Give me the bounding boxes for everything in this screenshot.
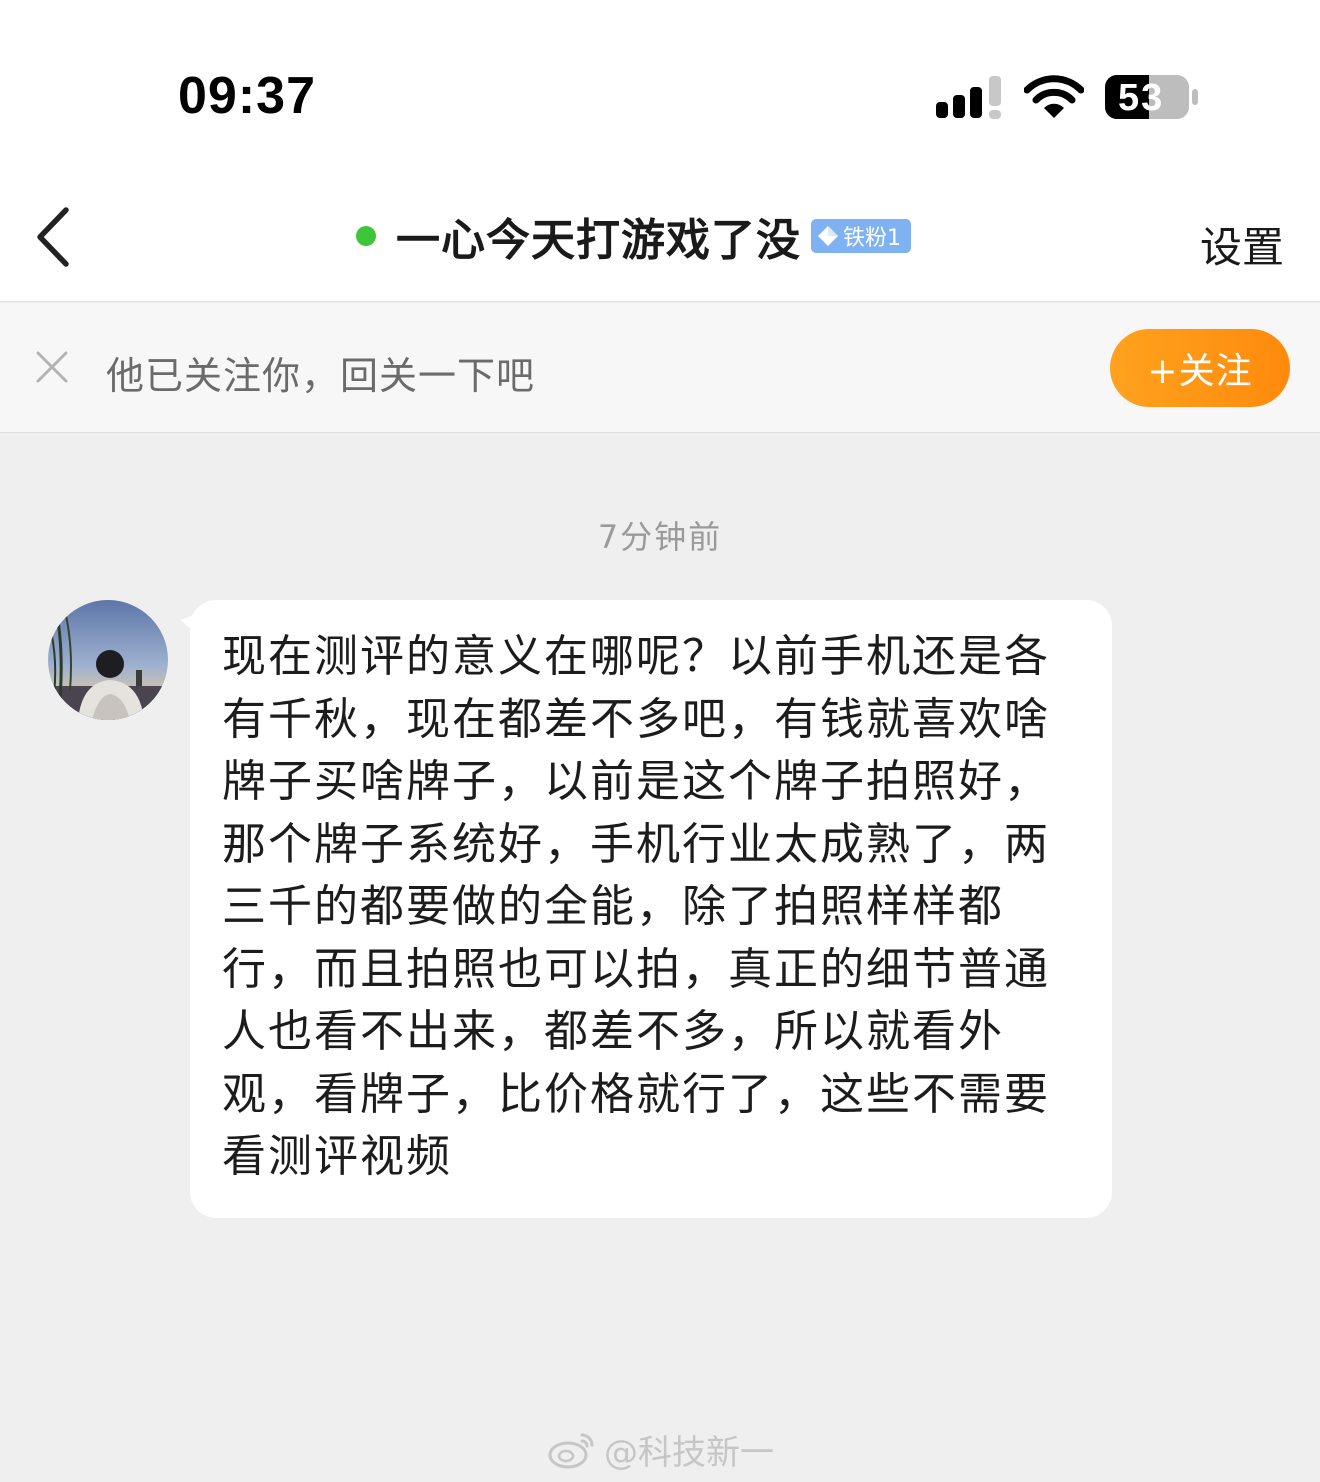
nav-bar: 一心今天打游戏了没 铁粉1 设置 [0, 180, 1320, 302]
status-bar: 09:37 53 [0, 0, 1320, 180]
message-text: 现在测评的意义在哪呢？以前手机还是各有千秋，现在都差不多吧，有钱就喜欢啥牌子买啥… [222, 631, 1050, 1182]
conversation-header[interactable]: 一心今天打游戏了没 铁粉1 [356, 206, 911, 266]
fan-level-badge: 铁粉1 [811, 219, 911, 253]
watermark-text: @科技新一 [604, 1432, 774, 1473]
online-status-dot [356, 226, 376, 246]
message-bubble[interactable]: 现在测评的意义在哪呢？以前手机还是各有千秋，现在都差不多吧，有钱就喜欢啥牌子买啥… [190, 600, 1112, 1218]
watermark: @科技新一 [548, 1426, 774, 1473]
settings-button[interactable]: 设置 [1200, 214, 1284, 275]
follow-back-banner: 他已关注你，回关一下吧 +关注 [0, 303, 1320, 433]
contact-name: 一心今天打游戏了没 [396, 215, 801, 266]
follow-back-prompt: 他已关注你，回关一下吧 [106, 354, 536, 398]
avatar-image [48, 600, 168, 720]
follow-button[interactable]: +关注 [1110, 329, 1290, 407]
cellular-signal-icon [936, 76, 1001, 119]
battery-level: 53 [1118, 77, 1165, 119]
weibo-logo-icon [548, 1433, 594, 1469]
avatar[interactable] [48, 600, 168, 720]
chat-screen: 09:37 53 一心今天打游戏了没 铁粉1 设置 他已关注你，回关一下吧 +关… [0, 0, 1320, 1482]
wifi-icon [1024, 75, 1084, 118]
close-icon[interactable] [34, 349, 70, 385]
chevron-left-icon[interactable] [30, 202, 80, 272]
fan-badge-label: 铁粉1 [843, 226, 901, 251]
status-time: 09:37 [178, 67, 316, 125]
diamond-icon [818, 226, 838, 246]
message-timestamp: 7分钟前 [597, 518, 723, 556]
